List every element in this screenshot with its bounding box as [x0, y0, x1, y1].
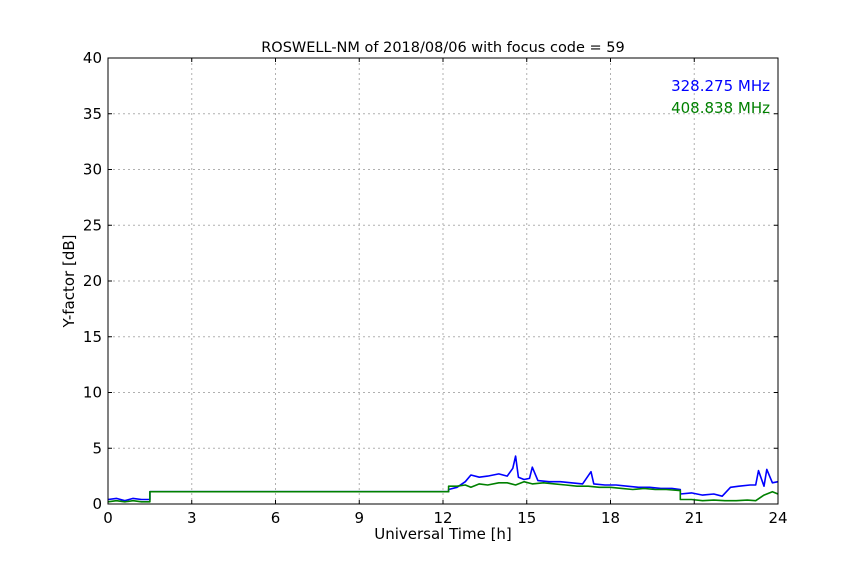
y-tick-label: 5	[92, 439, 102, 457]
x-tick-label: 6	[271, 509, 281, 527]
y-tick-label: 20	[83, 272, 102, 290]
y-tick-label: 0	[92, 495, 102, 513]
x-tick-label: 15	[517, 509, 536, 527]
x-tick-label: 18	[601, 509, 620, 527]
y-axis-label: Y-factor [dB]	[60, 234, 78, 328]
legend-entry-1: 328.275 MHz	[671, 77, 770, 95]
y-tick-label: 40	[83, 49, 102, 67]
x-axis-label: Universal Time [h]	[374, 525, 512, 543]
y-tick-label: 30	[83, 161, 102, 179]
x-tick-label: 9	[354, 509, 364, 527]
y-tick-label: 10	[83, 384, 102, 402]
x-tick-label: 0	[103, 509, 113, 527]
chart: 0 3 6 9 12 15 18 21 240510152025303540 ROSWELL-N…	[0, 0, 864, 576]
x-tick-label: 3	[187, 509, 197, 527]
y-tick-label: 15	[83, 328, 102, 346]
chart-title: ROSWELL-NM of 2018/08/06 with focus code…	[261, 40, 625, 56]
y-tick-label: 35	[83, 105, 102, 123]
legend-entry-2: 408.838 MHz	[671, 99, 770, 117]
x-tick-label: 24	[768, 509, 787, 527]
y-tick-label: 25	[83, 216, 102, 234]
x-tick-label: 21	[685, 509, 704, 527]
